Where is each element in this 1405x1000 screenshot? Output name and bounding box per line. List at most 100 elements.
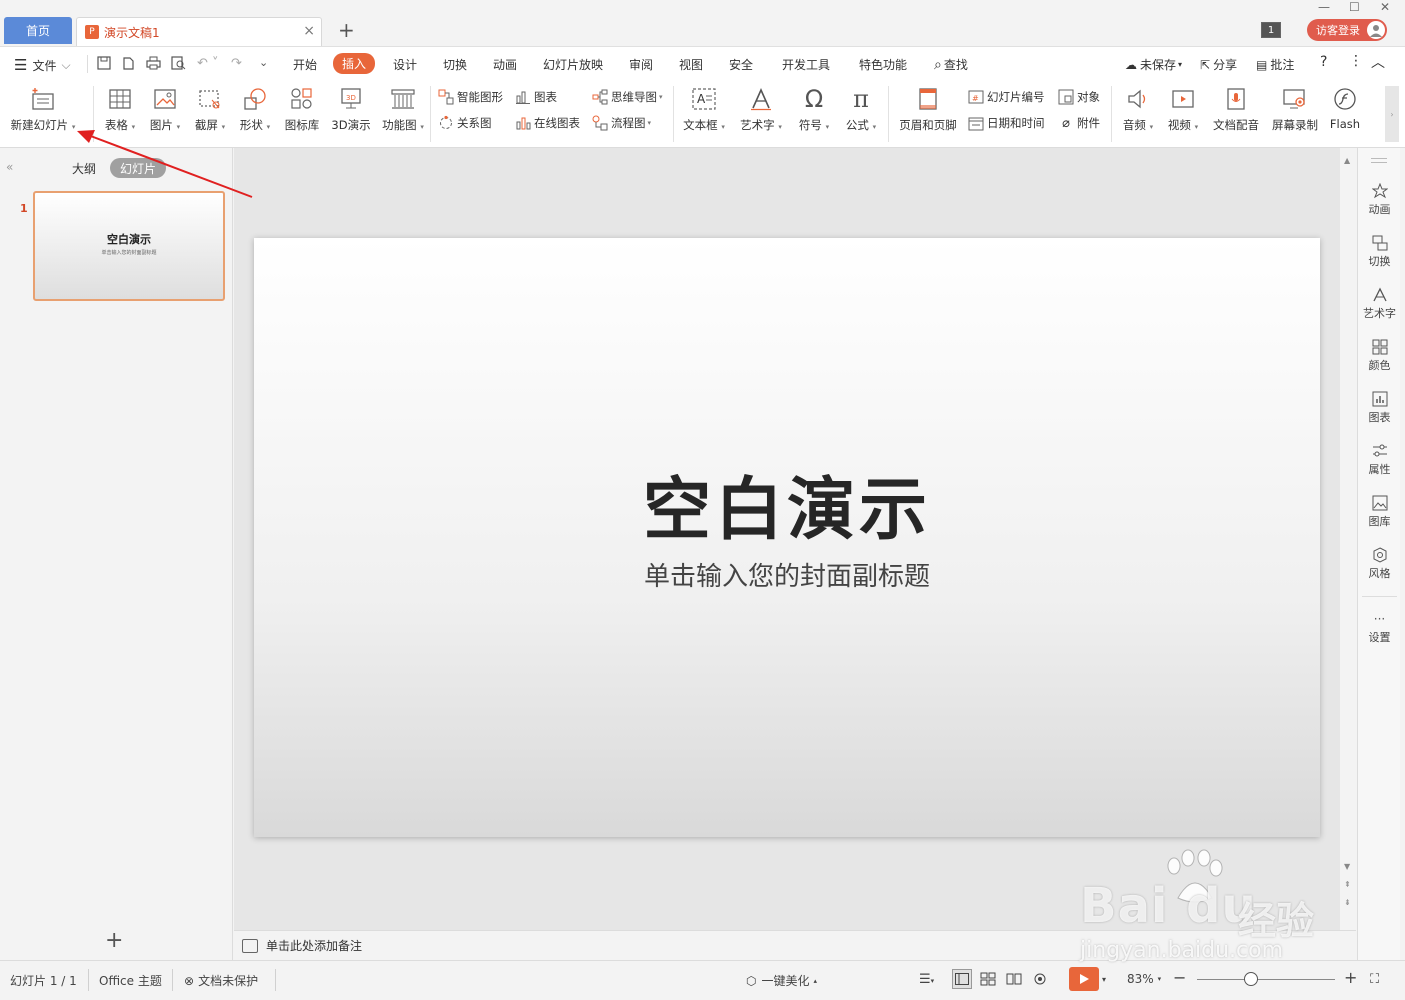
table-button[interactable]: 表格 ▾ bbox=[100, 80, 140, 148]
export-pdf-icon[interactable] bbox=[121, 56, 135, 74]
scroll-up-icon[interactable]: ▲ bbox=[1344, 156, 1350, 165]
function-chart-button[interactable]: 功能图 ▾ bbox=[379, 80, 427, 148]
beautify-button[interactable]: ⬡ 一键美化 ▴ bbox=[746, 972, 817, 989]
tab-special[interactable]: 特色功能 bbox=[859, 56, 907, 73]
scroll-down-icon[interactable]: ▼ bbox=[1344, 862, 1350, 871]
minimize-icon[interactable]: — bbox=[1318, 0, 1330, 14]
print-icon[interactable] bbox=[146, 56, 161, 74]
ribbon-scroll-right[interactable]: › bbox=[1385, 86, 1399, 142]
new-tab-button[interactable]: + bbox=[338, 18, 355, 42]
next-slide-icon[interactable]: ⇟ bbox=[1344, 898, 1351, 907]
undo-icon[interactable]: ↶ ˅ bbox=[197, 56, 219, 71]
pane-art-text[interactable]: 艺术字 bbox=[1358, 286, 1401, 321]
normal-view-icon[interactable] bbox=[952, 969, 972, 989]
formula-button[interactable]: π 公式 ▾ bbox=[840, 80, 882, 148]
zoom-in-icon[interactable]: + bbox=[1344, 968, 1357, 987]
play-slideshow-button[interactable] bbox=[1069, 967, 1099, 991]
collapse-ribbon-icon[interactable]: ︿ bbox=[1371, 52, 1385, 72]
reading-view-icon[interactable] bbox=[1006, 972, 1022, 989]
audio-button[interactable]: 音频 ▾ bbox=[1117, 80, 1159, 148]
pane-gallery[interactable]: 图库 bbox=[1358, 494, 1401, 529]
slide-number-button[interactable]: # 幻灯片编号 bbox=[968, 89, 1045, 105]
attachment-button[interactable]: ⌀ 附件 bbox=[1058, 115, 1100, 131]
pane-transition[interactable]: 切换 bbox=[1358, 234, 1401, 269]
art-text-button[interactable]: 艺术字 ▾ bbox=[736, 80, 786, 148]
window-count-badge[interactable]: 1 bbox=[1261, 22, 1281, 38]
fit-window-icon[interactable]: ⛶ bbox=[1370, 972, 1379, 987]
zoom-slider-handle[interactable] bbox=[1243, 972, 1258, 986]
tab-security[interactable]: 安全 bbox=[729, 56, 753, 73]
presenter-view-icon[interactable] bbox=[1032, 972, 1048, 989]
close-tab-icon[interactable]: × bbox=[303, 23, 315, 39]
tab-review[interactable]: 审阅 bbox=[629, 56, 653, 73]
tab-developer[interactable]: 开发工具 bbox=[782, 56, 830, 73]
relation-button[interactable]: 关系图 bbox=[438, 115, 492, 131]
tab-insert[interactable]: 插入 bbox=[333, 53, 376, 74]
tab-view[interactable]: 视图 bbox=[679, 56, 703, 73]
pane-grip[interactable] bbox=[1371, 158, 1387, 163]
icon-library-button[interactable]: 图标库 bbox=[281, 80, 323, 148]
unsaved-button[interactable]: ☁ 未保存 ▾ bbox=[1125, 56, 1182, 73]
mind-map-button[interactable]: 思维导图 ▾ bbox=[592, 89, 663, 105]
vertical-scrollbar[interactable]: ▲ ▼ ⇞ ⇟ bbox=[1340, 148, 1356, 930]
object-button[interactable]: 对象 bbox=[1058, 89, 1100, 105]
tab-transition[interactable]: 切换 bbox=[443, 56, 467, 73]
tab-home[interactable]: 首页 bbox=[4, 17, 72, 44]
customize-toolbar-icon[interactable]: ⌄ bbox=[259, 56, 268, 69]
play-options-icon[interactable]: ▾ bbox=[1102, 975, 1106, 984]
search-button[interactable]: ⌕ 查找 bbox=[934, 56, 968, 73]
zoom-level[interactable]: 83% ▾ bbox=[1127, 972, 1161, 986]
slide-title[interactable]: 空白演示 bbox=[254, 454, 1320, 553]
zoom-out-icon[interactable]: − bbox=[1173, 968, 1186, 987]
tab-slideshow[interactable]: 幻灯片放映 bbox=[543, 56, 603, 73]
pane-style[interactable]: 风格 bbox=[1358, 546, 1401, 581]
symbol-button[interactable]: Ω 符号 ▾ bbox=[793, 80, 835, 148]
header-footer-button[interactable]: 页眉和页脚 bbox=[895, 80, 961, 148]
pane-animation[interactable]: 动画 bbox=[1358, 182, 1401, 217]
add-slide-button[interactable]: + bbox=[105, 928, 123, 953]
guest-login-button[interactable]: 访客登录 bbox=[1307, 19, 1387, 41]
flash-button[interactable]: Flash bbox=[1326, 80, 1364, 148]
share-button[interactable]: ⇱ 分享 bbox=[1200, 56, 1237, 73]
tab-animation[interactable]: 动画 bbox=[493, 56, 517, 73]
notes-toggle-icon[interactable]: ☰▾ bbox=[919, 972, 934, 987]
tab-outline[interactable]: 大纲 bbox=[72, 160, 96, 177]
new-slide-button[interactable]: 新建幻灯片 ▾ bbox=[8, 80, 78, 148]
tab-start[interactable]: 开始 bbox=[293, 56, 317, 73]
more-icon[interactable]: ⋮ bbox=[1349, 53, 1363, 69]
tab-document[interactable]: P 演示文稿1 × bbox=[76, 17, 322, 46]
pane-chart[interactable]: 图表 bbox=[1358, 390, 1401, 425]
close-window-icon[interactable]: ✕ bbox=[1380, 0, 1390, 14]
slide-subtitle[interactable]: 单击输入您的封面副标题 bbox=[254, 556, 1320, 593]
slide-thumbnail[interactable]: 空白演示 单击输入您的封面副标题 bbox=[33, 191, 225, 301]
video-button[interactable]: 视频 ▾ bbox=[1162, 80, 1204, 148]
redo-icon[interactable]: ↷ bbox=[231, 56, 242, 71]
shape-button[interactable]: 形状 ▾ bbox=[235, 80, 275, 148]
chart-button[interactable]: 图表 bbox=[515, 89, 557, 105]
textbox-button[interactable]: A 文本框 ▾ bbox=[679, 80, 729, 148]
theme-name[interactable]: Office 主题 bbox=[99, 972, 162, 989]
online-chart-button[interactable]: 在线图表 bbox=[515, 115, 580, 131]
slide-sorter-icon[interactable] bbox=[980, 972, 996, 989]
date-time-button[interactable]: 日期和时间 bbox=[968, 115, 1045, 131]
doc-voice-button[interactable]: 文档配音 bbox=[1208, 80, 1264, 148]
smart-art-button[interactable]: 智能图形 bbox=[438, 89, 503, 105]
file-menu[interactable]: ☰ 文件 ⌵ bbox=[14, 56, 71, 74]
pane-properties[interactable]: 属性 bbox=[1358, 442, 1401, 477]
save-icon[interactable] bbox=[97, 56, 111, 74]
protection-status[interactable]: ⊗ 文档未保护 bbox=[184, 972, 258, 989]
help-icon[interactable]: ? bbox=[1320, 54, 1327, 70]
notes-area[interactable]: 单击此处添加备注 bbox=[234, 930, 1356, 960]
tab-design[interactable]: 设计 bbox=[393, 56, 417, 73]
flow-chart-button[interactable]: 流程图 ▾ bbox=[592, 115, 651, 131]
screenshot-button[interactable]: 截屏 ▾ bbox=[190, 80, 230, 148]
3d-demo-button[interactable]: 3D 3D演示 bbox=[328, 80, 374, 148]
collapse-panel-icon[interactable]: « bbox=[6, 160, 13, 174]
print-preview-icon[interactable] bbox=[171, 56, 186, 74]
tab-slides[interactable]: 幻灯片 bbox=[110, 158, 166, 178]
slide[interactable]: 空白演示 单击输入您的封面副标题 bbox=[254, 238, 1320, 837]
maximize-icon[interactable]: ☐ bbox=[1349, 0, 1360, 14]
comment-button[interactable]: ▤ 批注 bbox=[1256, 56, 1294, 73]
zoom-slider-track[interactable] bbox=[1197, 979, 1335, 980]
pane-color[interactable]: 颜色 bbox=[1358, 338, 1401, 373]
